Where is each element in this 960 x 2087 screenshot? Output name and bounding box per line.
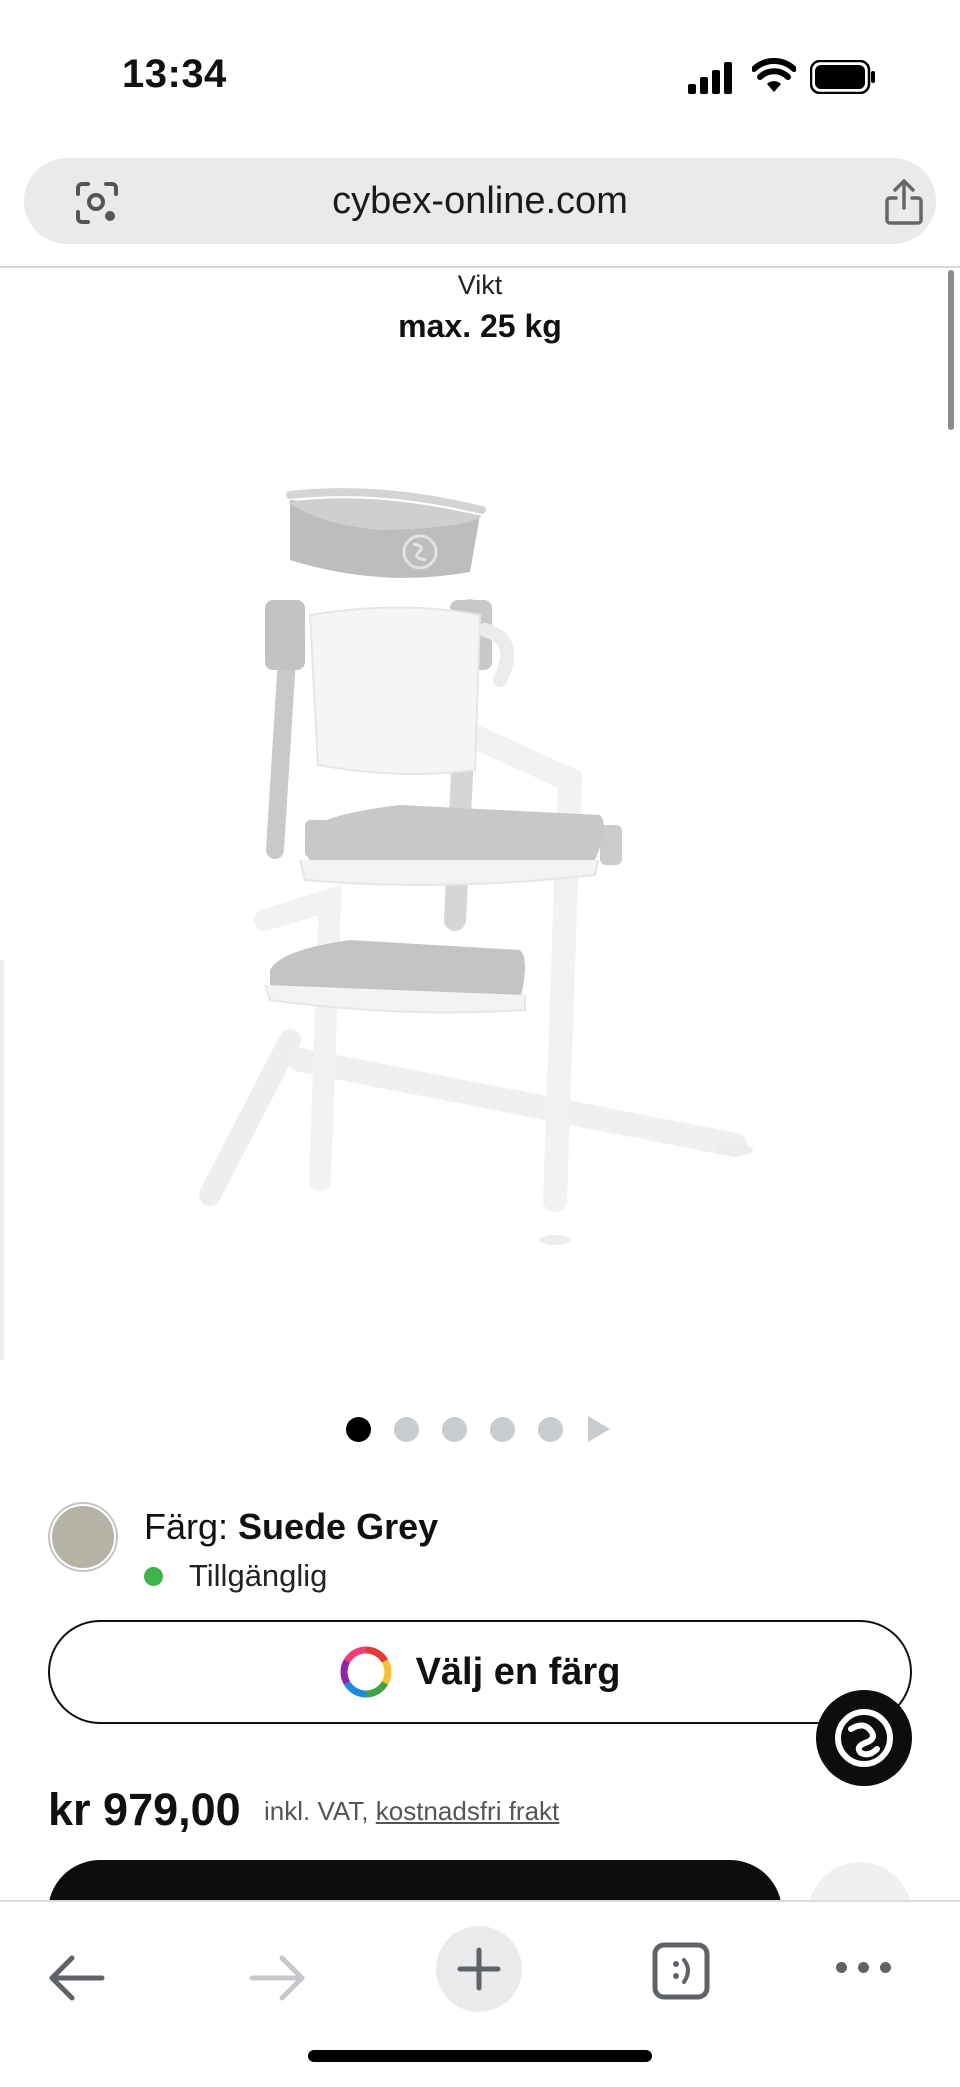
choose-color-label: Välj en färg [415,1650,621,1693]
choose-color-button[interactable]: Välj en färg [48,1620,912,1724]
color-swatch[interactable] [50,1504,116,1570]
tabs-icon[interactable] [652,1942,710,2000]
more-icon[interactable] [836,1962,891,1973]
carousel-dot[interactable] [538,1416,563,1442]
status-bar: 13:34 [0,0,960,150]
status-time: 13:34 [122,52,227,96]
forward-arrow-icon[interactable] [248,1950,308,2006]
color-info: Färg: Suede Grey [144,1506,438,1548]
carousel-dot[interactable] [490,1416,515,1442]
vat-info: inkl. VAT, kostnadsfri frakt [264,1796,559,1827]
availability-dot-icon [144,1566,163,1586]
chat-button[interactable] [816,1690,912,1786]
carousel-indicator[interactable] [346,1416,610,1442]
home-indicator [308,2050,652,2062]
wifi-icon [752,58,796,92]
availability-label: Tillgänglig [189,1558,328,1593]
price: kr 979,00 [48,1784,241,1835]
browser-toolbar [0,1900,960,2087]
toolbar-divider [0,266,960,268]
carousel-dot[interactable] [394,1416,419,1442]
cellular-signal-icon [688,62,732,94]
color-wheel-icon [340,1646,392,1698]
share-icon[interactable] [882,178,926,226]
cybex-chat-icon [835,1709,893,1767]
edge-shadow [0,960,4,1360]
url-text[interactable]: cybex-online.com [24,180,936,223]
battery-icon [810,60,875,94]
plus-icon [457,1947,501,1991]
carousel-next-icon[interactable] [588,1416,610,1442]
address-bar[interactable]: cybex-online.com [24,158,936,244]
availability: Tillgänglig [144,1558,327,1594]
spec-value: max. 25 kg [398,308,562,344]
product-image[interactable] [170,480,790,1260]
vat-label: inkl. VAT, [264,1796,369,1826]
carousel-dot[interactable] [442,1416,467,1442]
back-arrow-icon[interactable] [46,1950,106,2006]
new-tab-button[interactable] [436,1926,522,2012]
color-prefix: Färg: [144,1506,229,1547]
shipping-link[interactable]: kostnadsfri frakt [376,1796,560,1826]
spec-label: Vikt [457,270,503,300]
color-name: Suede Grey [238,1506,439,1547]
carousel-dot[interactable] [346,1416,371,1442]
